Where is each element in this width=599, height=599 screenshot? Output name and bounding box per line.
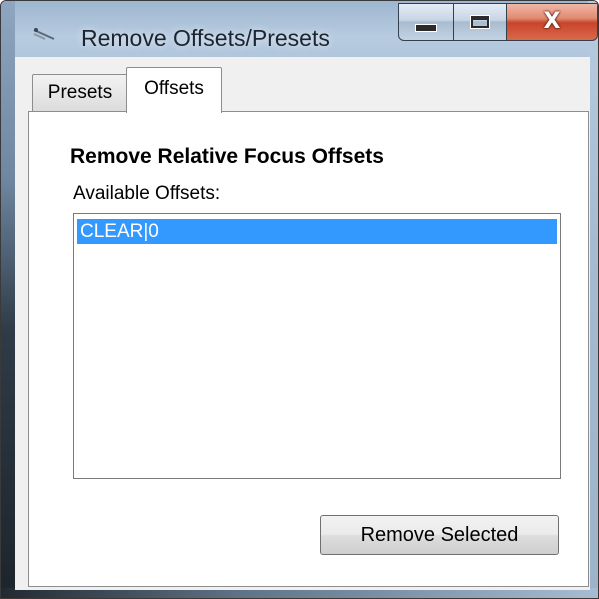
list-item-clear-0[interactable]: CLEAR|0: [77, 219, 557, 244]
tab-offsets-label: Offsets: [144, 78, 204, 99]
offsets-listbox[interactable]: CLEAR|0: [73, 213, 561, 479]
close-icon: X: [543, 9, 561, 34]
tab-strip: Presets Offsets: [15, 57, 590, 113]
client-area: Presets Offsets Remove Relative Focus Of…: [15, 57, 590, 590]
section-heading: Remove Relative Focus Offsets: [70, 145, 384, 168]
window-title: Remove Offsets/Presets: [81, 25, 330, 51]
minimize-icon: [415, 24, 437, 32]
tab-presets-label: Presets: [47, 82, 113, 103]
caption-buttons: X: [398, 3, 598, 43]
available-offsets-label: Available Offsets:: [73, 183, 221, 204]
maximize-icon: [471, 16, 489, 28]
remove-selected-button[interactable]: Remove Selected: [320, 515, 559, 555]
tab-offsets[interactable]: Offsets: [126, 67, 222, 113]
maximize-button[interactable]: [453, 3, 507, 41]
tab-presets[interactable]: Presets: [32, 74, 128, 111]
close-button[interactable]: X: [506, 3, 598, 41]
dialog-window: Remove Offsets/Presets X Presets Offsets…: [0, 0, 599, 599]
minimize-button[interactable]: [398, 3, 454, 41]
app-icon[interactable]: [31, 25, 57, 45]
window-frame-left: [1, 1, 15, 598]
